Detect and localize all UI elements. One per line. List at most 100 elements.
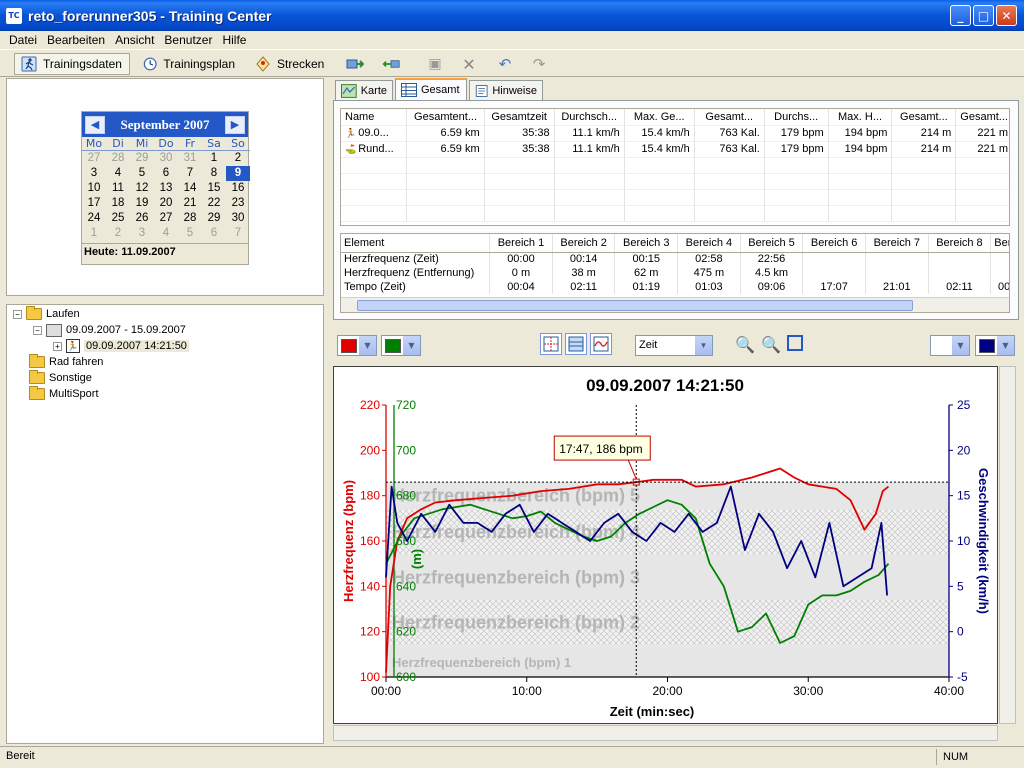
tab-trainingsdaten[interactable]: Trainingsdaten xyxy=(14,53,130,75)
chart-vertical-scrollbar[interactable] xyxy=(999,366,1016,724)
calendar-day[interactable]: 6 xyxy=(202,226,226,241)
column-header[interactable]: Max. Ge... xyxy=(624,109,695,126)
column-header[interactable]: Bereich 7 xyxy=(865,234,929,253)
calendar-day[interactable]: 7 xyxy=(226,226,250,241)
expand-icon[interactable]: + xyxy=(53,341,62,351)
send-device-icon[interactable] xyxy=(382,55,400,73)
column-header[interactable]: Bereich xyxy=(990,234,1009,253)
calendar-day[interactable]: 14 xyxy=(178,181,202,196)
column-header[interactable]: Max. H... xyxy=(828,109,893,126)
maximize-button[interactable]: □ xyxy=(973,5,994,26)
table-row[interactable]: Herzfrequenz (Zeit) 00:00 00:14 00:15 02:58 2… xyxy=(341,252,1009,266)
calendar-day[interactable]: 16 xyxy=(226,181,250,196)
calendar-day[interactable]: 5 xyxy=(130,166,154,181)
undo-icon[interactable]: ↶ xyxy=(496,55,514,73)
calendar-day[interactable]: 27 xyxy=(82,151,106,166)
calendar-day[interactable]: 1 xyxy=(202,151,226,166)
column-header[interactable]: Gesamtent... xyxy=(406,109,485,126)
calendar-day[interactable]: 27 xyxy=(154,211,178,226)
calendar-day[interactable]: 29 xyxy=(202,211,226,226)
column-header[interactable]: Name xyxy=(341,109,408,126)
prev-month-button[interactable]: ◀ xyxy=(85,115,105,134)
column-header[interactable]: Durchs... xyxy=(764,109,829,126)
color-dropdown-empty[interactable]: ▼ xyxy=(930,335,970,356)
chart-horizontal-scrollbar[interactable] xyxy=(333,725,998,741)
column-header[interactable]: Element xyxy=(341,234,491,253)
calendar-day[interactable]: 21 xyxy=(178,196,202,211)
calendar-day[interactable]: 13 xyxy=(154,181,178,196)
column-header[interactable]: Bereich 2 xyxy=(552,234,616,253)
chart-svg[interactable]: Herzfrequenzbereich (bpm) 5Herzfrequenzb… xyxy=(334,367,997,723)
calendar-day[interactable]: 20 xyxy=(154,196,178,211)
tab-karte[interactable]: Karte xyxy=(335,80,393,100)
tree-item-rad[interactable]: Rad fahren xyxy=(29,354,103,370)
calendar-day[interactable]: 1 xyxy=(82,226,106,241)
copy-icon[interactable]: ▣ xyxy=(426,55,444,73)
tree-item-week[interactable]: − 09.09.2007 - 15.09.2007 xyxy=(33,322,186,338)
column-header[interactable]: Gesamt... xyxy=(955,109,1009,126)
import-device-icon[interactable] xyxy=(346,55,364,73)
calendar-day[interactable]: 5 xyxy=(178,226,202,241)
calendar-day[interactable]: 29 xyxy=(130,151,154,166)
tree-item-laufen[interactable]: − Laufen xyxy=(13,306,80,322)
table-row[interactable]: ⛳ Rund... 6.59 km 35:38 11.1 km/h 15.4 km/h 76… xyxy=(341,141,1009,158)
tree-item-activity[interactable]: + 🏃 09.09.2007 14:21:50 xyxy=(53,338,189,354)
calendar-day[interactable]: 10 xyxy=(82,181,106,196)
tab-trainingsplan[interactable]: Trainingsplan xyxy=(136,53,242,75)
menu-hilfe[interactable]: Hilfe xyxy=(217,33,251,47)
next-month-button[interactable]: ▶ xyxy=(224,115,245,134)
x-axis-select[interactable]: Zeit ▼ xyxy=(635,335,713,356)
menu-benutzer[interactable]: Benutzer xyxy=(159,33,217,47)
delete-icon[interactable]: ✕ xyxy=(460,55,478,74)
minimize-button[interactable]: _ xyxy=(950,5,971,26)
column-header[interactable]: Gesamtzeit xyxy=(484,109,555,126)
column-header[interactable]: Bereich 4 xyxy=(677,234,741,253)
calendar-day[interactable]: 31 xyxy=(178,151,202,166)
calendar-day[interactable]: 2 xyxy=(106,226,130,241)
tab-hinweise[interactable]: Hinweise xyxy=(469,80,543,100)
calendar-day[interactable]: 28 xyxy=(178,211,202,226)
column-header[interactable]: Bereich 1 xyxy=(489,234,553,253)
calendar-day[interactable]: 22 xyxy=(202,196,226,211)
speed-color-dropdown[interactable]: ▼ xyxy=(975,335,1015,356)
hr-color-dropdown[interactable]: ▼ xyxy=(337,335,377,356)
horizontal-scrollbar[interactable] xyxy=(341,297,1009,312)
column-header[interactable]: Gesamt... xyxy=(891,109,957,126)
calendar-day[interactable]: 18 xyxy=(106,196,130,211)
menu-bearbeiten[interactable]: Bearbeiten xyxy=(42,33,110,47)
redo-icon[interactable]: ↷ xyxy=(530,55,548,73)
menu-ansicht[interactable]: Ansicht xyxy=(110,33,159,47)
calendar-day[interactable]: 23 xyxy=(226,196,250,211)
tab-strecken[interactable]: Strecken xyxy=(248,53,332,75)
table-row[interactable]: Herzfrequenz (Entfernung) 0 m 38 m 62 m 475 … xyxy=(341,266,1009,280)
collapse-icon[interactable]: − xyxy=(13,309,22,319)
calendar-day[interactable]: 3 xyxy=(82,166,106,181)
calendar-day[interactable]: 3 xyxy=(130,226,154,241)
column-header[interactable]: Bereich 5 xyxy=(740,234,804,253)
table-row[interactable]: Tempo (Zeit) 00:04 02:11 01:19 01:03 09:06 17:… xyxy=(341,280,1009,294)
column-header[interactable]: Bereich 8 xyxy=(928,234,992,253)
calendar-day[interactable]: 30 xyxy=(226,211,250,226)
calendar-day[interactable]: 7 xyxy=(178,166,202,181)
tree-item-multisport[interactable]: MultiSport xyxy=(29,386,99,402)
alt-color-dropdown[interactable]: ▼ xyxy=(381,335,421,356)
crosshair-button[interactable] xyxy=(540,333,562,355)
calendar-day[interactable]: 15 xyxy=(202,181,226,196)
calendar-day[interactable]: 2 xyxy=(226,151,250,166)
calendar-day[interactable]: 28 xyxy=(106,151,130,166)
calendar-day[interactable]: 25 xyxy=(106,211,130,226)
calendar-day[interactable]: 24 xyxy=(82,211,106,226)
zoom-in-icon[interactable]: 🔍 xyxy=(735,335,755,354)
calendar-day[interactable]: 26 xyxy=(130,211,154,226)
zoom-out-icon[interactable]: 🔍 xyxy=(761,335,781,354)
table-row[interactable]: 🏃 09.0... 6.59 km 35:38 11.1 km/h 15.4 km/h 76… xyxy=(341,125,1009,142)
tree-item-sonstige[interactable]: Sonstige xyxy=(29,370,92,386)
column-header[interactable]: Gesamt... xyxy=(694,109,765,126)
zones-button[interactable] xyxy=(565,333,587,355)
calendar-day[interactable]: 4 xyxy=(106,166,130,181)
calendar-day[interactable]: 30 xyxy=(154,151,178,166)
calendar-day[interactable]: 9 xyxy=(226,166,250,181)
calendar-day[interactable]: 4 xyxy=(154,226,178,241)
calendar-day[interactable]: 8 xyxy=(202,166,226,181)
calendar-day[interactable]: 17 xyxy=(82,196,106,211)
